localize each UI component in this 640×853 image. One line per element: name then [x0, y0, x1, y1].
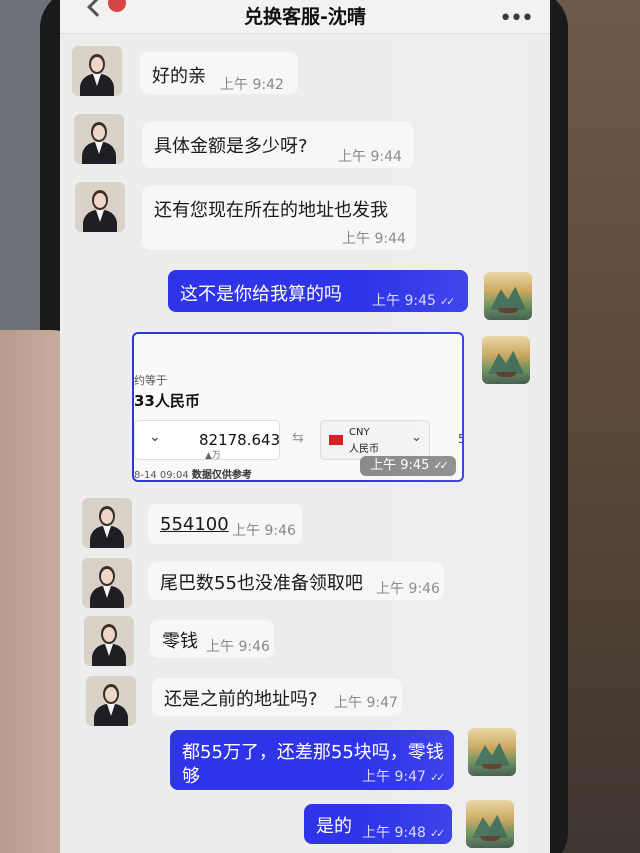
trailing-digit: 5 — [458, 432, 462, 446]
message-text: 都55万了，还差那55块吗，零钱 — [182, 742, 444, 763]
currency-name: 人民币 — [349, 444, 379, 455]
message-bubble[interactable]: 还有您现在所在的地址也发我 上午 9:44 — [142, 186, 416, 250]
message-bubble[interactable]: 好的亲 上午 9:42 — [140, 52, 298, 94]
amount-unit-label: 万 — [211, 451, 221, 461]
message-bubble[interactable]: 554100 上午 9:46 — [148, 504, 302, 544]
user-avatar[interactable] — [466, 800, 514, 848]
message-bubble-outgoing[interactable]: 是的 上午 9:48 ✓✓ — [304, 804, 452, 844]
read-check-icon: ✓✓ — [433, 459, 449, 472]
amount-value: 82178.643 — [199, 431, 281, 449]
user-avatar[interactable] — [484, 272, 532, 320]
currency-box: CNY 人民币 ⌄ — [320, 420, 430, 460]
agent-avatar[interactable] — [75, 182, 125, 232]
message-time: 上午 9:47 — [334, 695, 398, 711]
chat-screen: 兑换客服-沈晴 ••• 好的亲 上午 9:42 具体金额是多少呀? 上午 9:4… — [60, 0, 550, 853]
currency-code: CNY — [349, 427, 370, 438]
message-time: 上午 9:45 ✓✓ — [360, 456, 456, 476]
message-time: 上午 9:47 ✓✓ — [362, 766, 446, 786]
approx-label: 约等于 — [134, 374, 167, 387]
message-bubble[interactable]: 还是之前的地址吗? 上午 9:47 — [152, 678, 402, 716]
amount-box: ⌄ 82178.643 ▲万 — [134, 420, 281, 461]
message-text: 这不是你给我算的吗 — [180, 284, 342, 305]
swap-icon: ⇆ — [292, 430, 304, 446]
message-time: 上午 9:44 — [338, 149, 402, 165]
message-text: 还是之前的地址吗? — [164, 689, 318, 710]
message-time-label: 上午 9:47 — [362, 769, 426, 785]
message-time: 上午 9:46 — [376, 581, 440, 597]
message-bubble-outgoing[interactable]: 都55万了，还差那55块吗，零钱 够 上午 9:47 ✓✓ — [170, 730, 454, 790]
user-avatar[interactable] — [468, 728, 516, 776]
message-time: 上午 9:46 — [232, 523, 296, 539]
message-time-label: 上午 9:48 — [362, 825, 426, 841]
rmb-result: 33人民币 — [134, 392, 200, 410]
more-icon[interactable]: ••• — [499, 6, 534, 31]
read-check-icon: ✓✓ — [429, 771, 446, 784]
message-time: 上午 9:46 — [206, 639, 270, 655]
chevron-down-icon: ⌄ — [411, 430, 422, 445]
message-bubble[interactable]: 零钱 上午 9:46 — [150, 620, 274, 658]
agent-avatar[interactable] — [82, 498, 132, 548]
converter-screenshot-card[interactable]: 约等于 33人民币 ⌄ 82178.643 ▲万 ⇆ CNY 人民币 ⌄ 5 8… — [132, 332, 464, 482]
message-text: 零钱 — [162, 631, 198, 652]
message-time-label: 上午 9:45 — [370, 458, 430, 473]
amount-unit: ▲万 — [205, 451, 221, 461]
message-bubble-outgoing[interactable]: 这不是你给我算的吗 上午 9:45 ✓✓ — [168, 270, 468, 312]
message-text: 尾巴数55也没准备领取吧 — [160, 573, 363, 594]
message-text-number[interactable]: 554100 — [160, 514, 229, 535]
data-date: 8-14 09:04 数据仅供参考 — [134, 466, 252, 481]
agent-avatar[interactable] — [84, 616, 134, 666]
agent-avatar[interactable] — [72, 46, 122, 96]
message-bubble[interactable]: 尾巴数55也没准备领取吧 上午 9:46 — [148, 562, 444, 600]
message-text-line2: 够 — [182, 766, 200, 787]
chat-title: 兑换客服-沈晴 — [244, 6, 366, 28]
message-time: 上午 9:44 — [342, 231, 406, 247]
read-check-icon: ✓✓ — [429, 827, 446, 840]
message-text: 是的 — [316, 816, 352, 837]
agent-avatar[interactable] — [86, 676, 136, 726]
message-text: 还有您现在所在的地址也发我 — [154, 200, 388, 221]
message-text: 好的亲 — [152, 66, 206, 87]
message-time: 上午 9:45 ✓✓ — [372, 290, 456, 310]
cn-flag-icon — [329, 435, 343, 445]
message-bubble[interactable]: 具体金额是多少呀? 上午 9:44 — [142, 122, 414, 168]
message-time: 上午 9:48 ✓✓ — [362, 822, 446, 842]
message-time: 上午 9:42 — [220, 77, 284, 93]
data-date-value: 8-14 09:04 — [134, 470, 189, 481]
agent-avatar[interactable] — [74, 114, 124, 164]
chevron-down-icon: ⌄ — [149, 429, 161, 445]
data-note: 数据仅供参考 — [191, 470, 252, 481]
message-time-label: 上午 9:45 — [372, 293, 436, 309]
agent-avatar[interactable] — [82, 558, 132, 608]
top-bar: 兑换客服-沈晴 ••• — [60, 0, 550, 34]
user-avatar[interactable] — [482, 336, 530, 384]
message-text: 具体金额是多少呀? — [154, 136, 308, 157]
read-check-icon: ✓✓ — [439, 295, 456, 308]
